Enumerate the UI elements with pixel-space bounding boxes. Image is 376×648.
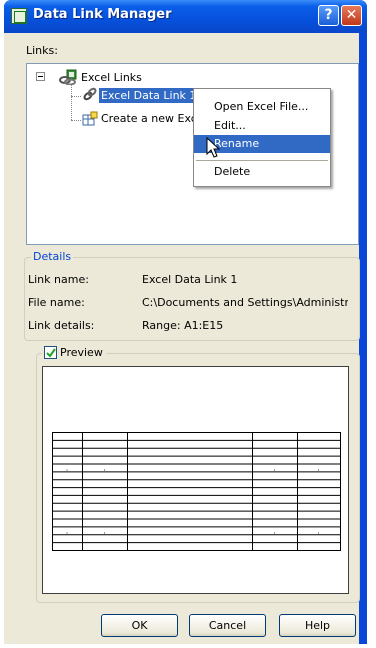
table-cell-mark: . <box>103 526 106 535</box>
tree-connector <box>71 84 72 120</box>
chain-link-icon <box>83 87 97 101</box>
menu-item-open-excel-file[interactable]: Open Excel File... <box>194 98 330 116</box>
preview-checkbox[interactable] <box>44 346 57 359</box>
table-cell-mark: . <box>273 463 276 472</box>
preview-area: ........ <box>42 366 349 594</box>
link-details-label: Link details: <box>28 319 95 332</box>
collapse-toggle[interactable] <box>36 72 45 81</box>
link-name-value: Excel Data Link 1 <box>142 273 238 286</box>
window-title: Data Link Manager <box>33 7 172 22</box>
table-cell-mark: . <box>317 463 320 472</box>
tree-connector <box>71 96 81 97</box>
tree-item-excel-data-link-1[interactable]: Excel Data Link 1 <box>99 88 199 103</box>
menu-item-edit[interactable]: Edit... <box>194 117 330 135</box>
table-cell-mark: . <box>103 463 106 472</box>
tree-item-create-new[interactable]: Create a new Exc <box>101 112 197 125</box>
tree-connector <box>71 120 81 121</box>
table-cell-mark: . <box>317 526 320 535</box>
link-details-value: Range: A1:E15 <box>142 319 224 332</box>
table-cell-mark: . <box>66 526 69 535</box>
details-title: Details <box>31 250 74 263</box>
ok-button[interactable]: OK <box>101 614 178 637</box>
file-name-label: File name: <box>28 296 85 309</box>
app-icon <box>11 8 27 24</box>
menu-separator <box>196 160 328 161</box>
help-title-button[interactable]: ? <box>318 5 339 26</box>
preview-label: Preview <box>60 346 103 359</box>
file-name-value: C:\Documents and Settings\Administr... <box>142 296 348 309</box>
excel-links-icon <box>59 69 77 85</box>
cancel-button[interactable]: Cancel <box>189 614 266 637</box>
preview-table: ........ <box>52 432 341 551</box>
title-bar[interactable]: Data Link Manager ? ✕ <box>4 0 367 33</box>
help-button[interactable]: Help <box>279 614 356 637</box>
table-cell-mark: . <box>66 463 69 472</box>
menu-item-delete[interactable]: Delete <box>194 163 330 181</box>
table-cell-mark: . <box>273 526 276 535</box>
links-label: Links: <box>26 44 58 57</box>
close-button[interactable]: ✕ <box>341 5 362 26</box>
new-link-icon <box>82 111 98 126</box>
mouse-cursor-icon <box>206 137 221 158</box>
link-name-label: Link name: <box>28 273 89 286</box>
tree-root-label[interactable]: Excel Links <box>81 71 142 84</box>
